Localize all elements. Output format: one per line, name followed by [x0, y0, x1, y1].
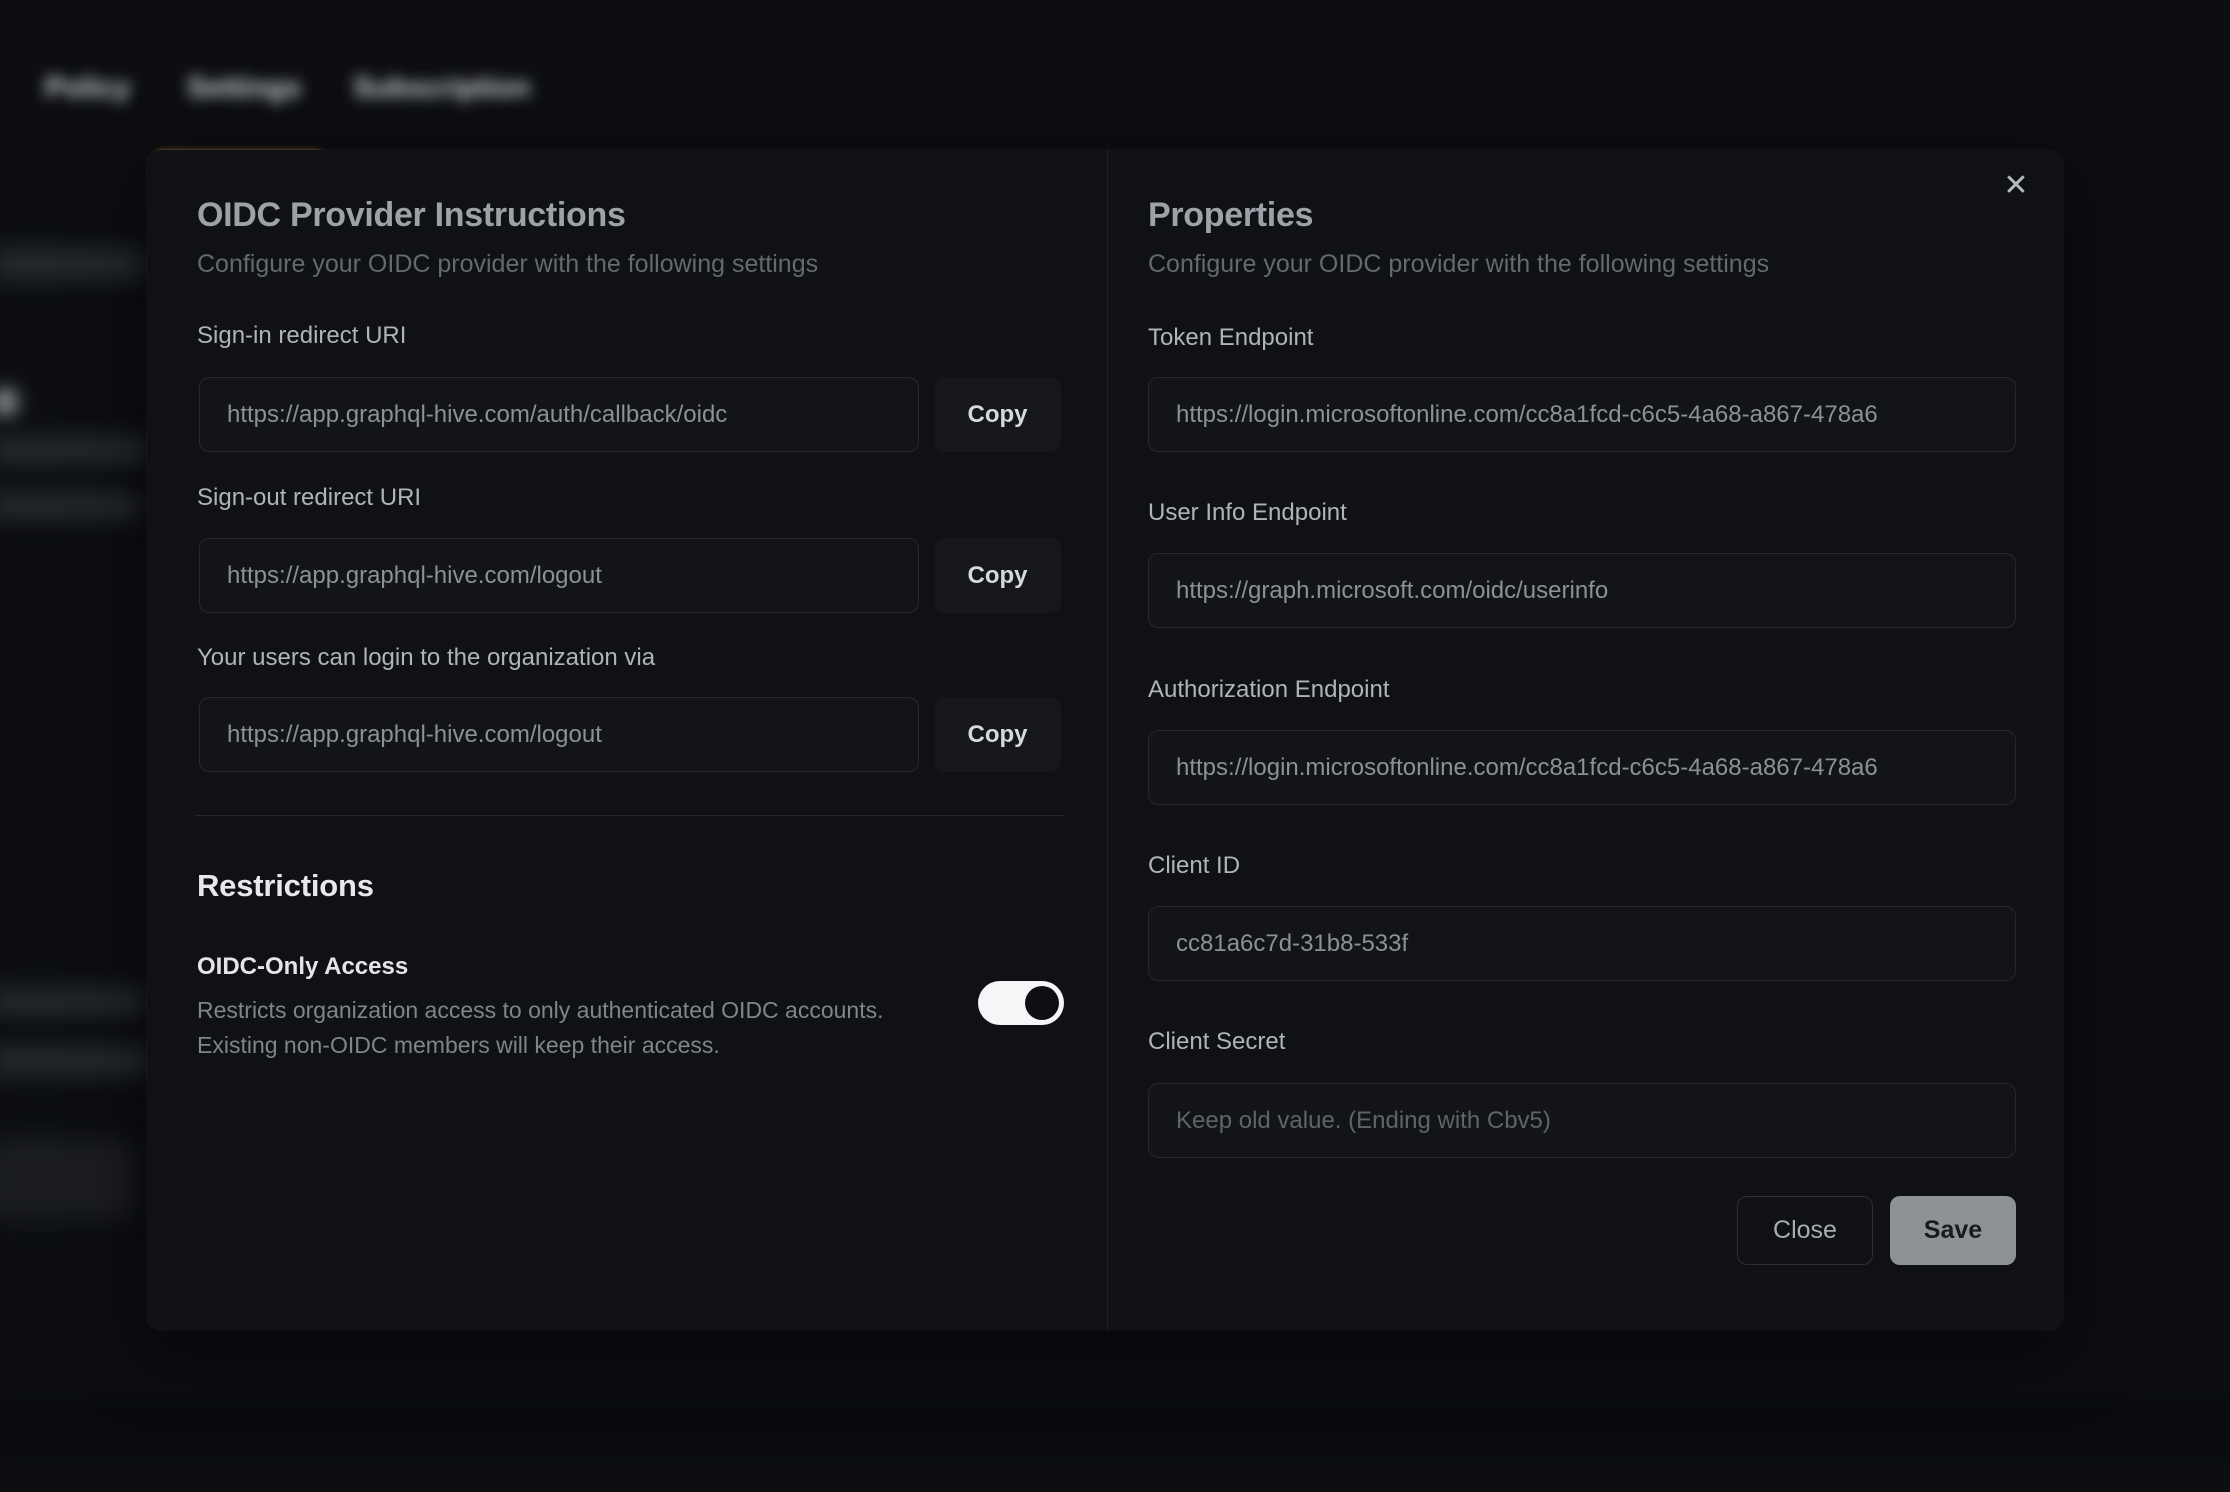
authorization-endpoint-label: Authorization Endpoint — [1148, 676, 1390, 704]
right-column-subtitle: Configure your OIDC provider with the fo… — [1148, 250, 1769, 279]
oidc-settings-modal: ✕ OIDC Provider Instructions Configure y… — [147, 150, 2063, 1330]
blurred-background-text — [0, 248, 145, 280]
left-column-title: OIDC Provider Instructions — [197, 196, 626, 235]
tab-policy[interactable]: Policy — [45, 72, 130, 118]
oidc-only-access-description-2: Existing non-OIDC members will keep thei… — [197, 1028, 720, 1063]
copy-sign-in-uri-button[interactable]: Copy — [934, 377, 1061, 452]
sign-in-redirect-uri-label: Sign-in redirect URI — [197, 322, 406, 350]
oidc-only-access-label: OIDC-Only Access — [197, 953, 408, 981]
left-column-subtitle: Configure your OIDC provider with the fo… — [197, 250, 818, 279]
blurred-background-text — [0, 492, 140, 519]
sign-in-redirect-uri-input[interactable] — [199, 377, 919, 452]
oidc-only-access-description-1: Restricts organization access to only au… — [197, 993, 884, 1028]
token-endpoint-label: Token Endpoint — [1148, 324, 1313, 352]
blurred-background-text — [0, 988, 146, 1015]
client-id-input[interactable] — [1148, 906, 2016, 981]
oidc-only-toggle[interactable] — [978, 981, 1064, 1025]
copy-sign-out-uri-button[interactable]: Copy — [934, 538, 1061, 613]
client-id-label: Client ID — [1148, 852, 1240, 880]
login-via-input[interactable] — [199, 697, 919, 772]
authorization-endpoint-input[interactable] — [1148, 730, 2016, 805]
column-divider — [1107, 150, 1108, 1330]
client-secret-label: Client Secret — [1148, 1028, 1285, 1056]
tab-settings[interactable]: Settings — [187, 72, 301, 118]
save-button[interactable]: Save — [1890, 1196, 2016, 1265]
blurred-background-text — [0, 436, 148, 464]
login-via-label: Your users can login to the organization… — [197, 644, 655, 672]
blurred-background-button — [0, 1140, 134, 1218]
toggle-thumb — [1025, 986, 1059, 1020]
copy-login-via-button[interactable]: Copy — [934, 697, 1061, 772]
restrictions-title: Restrictions — [197, 868, 374, 904]
restrictions-divider — [195, 815, 1065, 816]
token-endpoint-input[interactable] — [1148, 377, 2016, 452]
tab-subscription[interactable]: Subscription — [353, 72, 530, 118]
background-band — [0, 1403, 2230, 1455]
right-column-title: Properties — [1148, 196, 1313, 235]
client-secret-input[interactable] — [1148, 1083, 2016, 1158]
blurred-background-dot — [0, 388, 18, 416]
sign-out-redirect-uri-input[interactable] — [199, 538, 919, 613]
user-info-endpoint-input[interactable] — [1148, 553, 2016, 628]
close-button[interactable]: Close — [1737, 1196, 1873, 1265]
user-info-endpoint-label: User Info Endpoint — [1148, 499, 1347, 527]
sign-out-redirect-uri-label: Sign-out redirect URI — [197, 484, 421, 512]
close-icon[interactable]: ✕ — [1994, 164, 2038, 208]
blurred-background-text — [0, 1046, 150, 1076]
